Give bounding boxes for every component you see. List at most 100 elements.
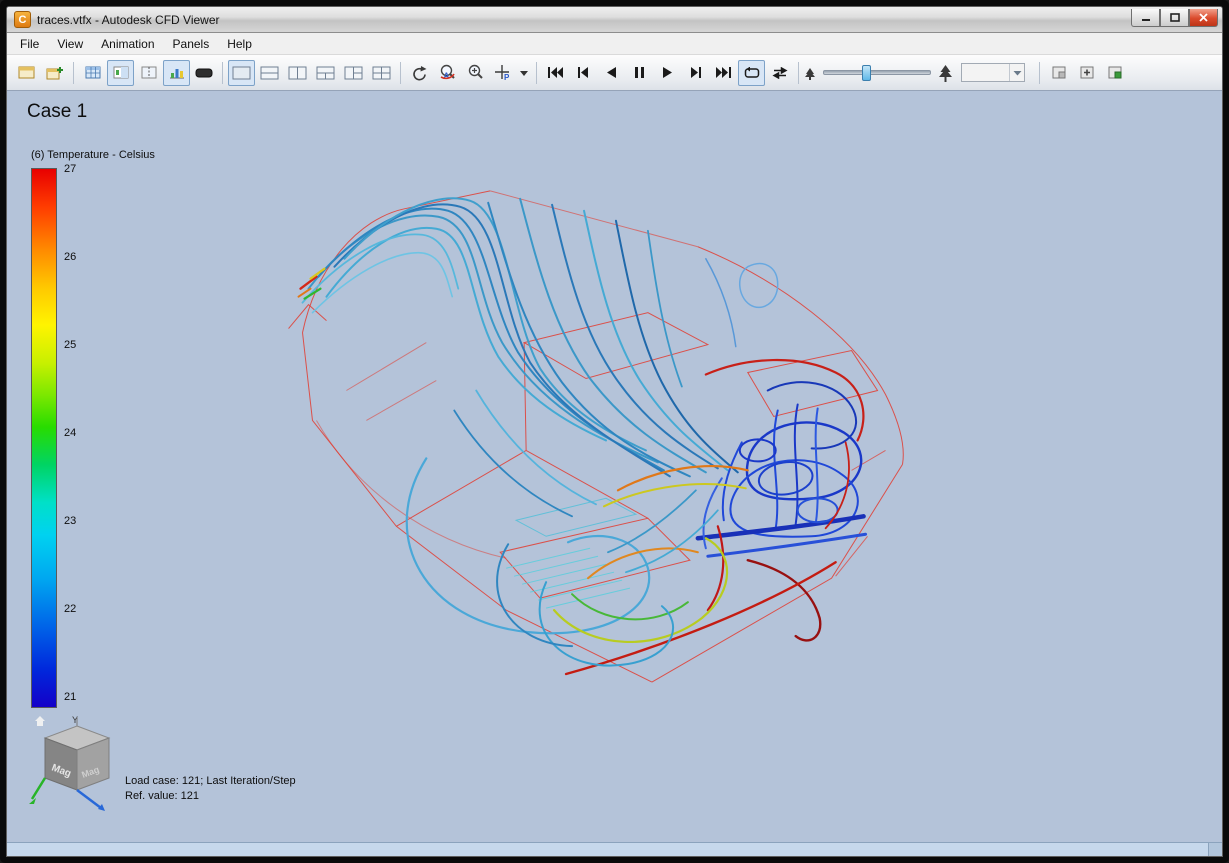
previous-frame-icon <box>578 67 588 78</box>
split-table-button[interactable] <box>135 60 162 86</box>
layout-horizontal-split-button[interactable] <box>256 60 283 86</box>
plot-panel-button[interactable] <box>107 59 134 86</box>
bounce-playback-button[interactable] <box>766 60 793 86</box>
view-tools-group: A <box>406 60 489 86</box>
window-frame: C traces.vtfx - Autodesk CFD Viewer File… <box>0 0 1229 863</box>
chevron-down-icon <box>1013 70 1021 75</box>
layout-single-button[interactable] <box>228 59 255 86</box>
color-legend: (6) Temperature - Celsius 27 26 25 24 23… <box>31 149 155 708</box>
column-chart-button[interactable] <box>163 59 190 86</box>
speed-slow-icon[interactable] <box>804 66 816 80</box>
zoom-in-button[interactable] <box>462 60 489 86</box>
playback-group <box>542 59 793 86</box>
toolbar-separator <box>400 61 401 84</box>
loop-icon <box>744 66 759 78</box>
previous-frame-button[interactable] <box>570 60 597 86</box>
rotate-view-button[interactable] <box>406 60 433 86</box>
frame-select[interactable] <box>961 63 1025 82</box>
export-view-icon <box>1108 66 1121 79</box>
render-canvas[interactable] <box>7 91 1222 842</box>
layout-bottom-split-button[interactable] <box>312 60 339 86</box>
speed-slider-thumb[interactable] <box>862 65 871 81</box>
panel-type-group <box>79 59 190 86</box>
last-frame-icon <box>716 67 731 78</box>
legend-tick: 25 <box>64 339 77 351</box>
viewport-layout-group <box>228 59 395 86</box>
status-line-ref-value: Ref. value: 121 <box>125 790 199 802</box>
play-forward-button[interactable] <box>654 60 681 86</box>
app-window: C traces.vtfx - Autodesk CFD Viewer File… <box>6 6 1223 857</box>
legend-tick: 24 <box>64 427 77 439</box>
add-view-button[interactable] <box>1073 60 1100 86</box>
open-layout-button[interactable] <box>13 60 40 86</box>
layout-icon <box>18 66 34 79</box>
blank-screen-icon <box>195 68 212 77</box>
play-backward-button[interactable] <box>598 60 625 86</box>
split-table-icon <box>141 66 156 79</box>
next-frame-icon <box>691 67 701 78</box>
table-view-button[interactable] <box>79 60 106 86</box>
title-bar[interactable]: C traces.vtfx - Autodesk CFD Viewer <box>7 7 1222 33</box>
zoom-area-button[interactable]: A <box>434 60 461 86</box>
capture-group <box>1045 60 1128 86</box>
layout-file-group <box>13 60 68 86</box>
legend-tick: 23 <box>64 515 77 527</box>
render-viewport[interactable]: Case 1 (6) Temperature - Celsius 27 26 2… <box>7 91 1222 842</box>
toolbar-separator <box>536 61 537 84</box>
loop-playback-button[interactable] <box>738 59 765 86</box>
first-frame-button[interactable] <box>542 60 569 86</box>
layout-right-split-button[interactable] <box>340 60 367 86</box>
horizontal-scrollbar[interactable] <box>7 842 1222 856</box>
add-layout-button[interactable] <box>41 60 68 86</box>
home-icon[interactable] <box>35 716 45 726</box>
legend-gradient-bar <box>31 168 57 708</box>
frame-select-arrow[interactable] <box>1009 64 1024 81</box>
case-title: Case 1 <box>27 101 88 122</box>
legend-title: (6) Temperature - Celsius <box>31 149 155 161</box>
toolbar-separator <box>1039 61 1040 84</box>
layout-quad-button[interactable] <box>368 60 395 86</box>
speed-slider[interactable] <box>823 65 931 81</box>
layout-vertical-split-button[interactable] <box>284 60 311 86</box>
zoom-in-icon <box>468 64 483 79</box>
resize-grip[interactable] <box>1208 843 1222 856</box>
pause-icon <box>635 67 644 78</box>
svg-text:P: P <box>504 73 510 81</box>
first-frame-icon <box>548 67 563 78</box>
toolbar-separator <box>73 61 74 84</box>
minimize-button[interactable] <box>1131 8 1160 27</box>
pause-button[interactable] <box>626 60 653 86</box>
toolbar-separator <box>798 61 799 84</box>
probe-icon: P <box>495 65 510 81</box>
layout-single-icon <box>232 66 251 79</box>
vent-hatch <box>506 497 638 609</box>
menu-item-file[interactable]: File <box>11 34 48 54</box>
zoom-area-icon: A <box>440 64 455 81</box>
menu-bar: File View Animation Panels Help <box>7 33 1222 55</box>
snapshot-button[interactable] <box>1045 60 1072 86</box>
toolbar: A P <box>7 55 1222 91</box>
x-axis-line <box>30 777 47 800</box>
blank-screen-button[interactable] <box>190 60 217 86</box>
toolbar-separator <box>222 61 223 84</box>
rotate-icon <box>413 65 427 80</box>
probe-options-button[interactable] <box>517 60 531 86</box>
menu-item-animation[interactable]: Animation <box>92 34 163 54</box>
probe-point-button[interactable]: P <box>489 60 516 86</box>
next-frame-button[interactable] <box>682 60 709 86</box>
close-button[interactable] <box>1189 8 1218 27</box>
orientation-cube[interactable]: Y Mag Mag <box>27 712 127 816</box>
legend-tick: 21 <box>64 691 77 703</box>
layout-hsplit-icon <box>260 66 279 79</box>
export-view-button[interactable] <box>1101 60 1128 86</box>
menu-item-help[interactable]: Help <box>218 34 261 54</box>
layout-plus-icon <box>46 66 63 79</box>
bounce-icon <box>771 66 788 79</box>
last-frame-button[interactable] <box>710 60 737 86</box>
layout-right-split-icon <box>344 66 363 79</box>
maximize-button[interactable] <box>1160 8 1189 27</box>
speed-fast-icon[interactable] <box>938 64 953 82</box>
app-icon: C <box>14 11 31 28</box>
menu-item-view[interactable]: View <box>48 34 92 54</box>
menu-item-panels[interactable]: Panels <box>164 34 219 54</box>
